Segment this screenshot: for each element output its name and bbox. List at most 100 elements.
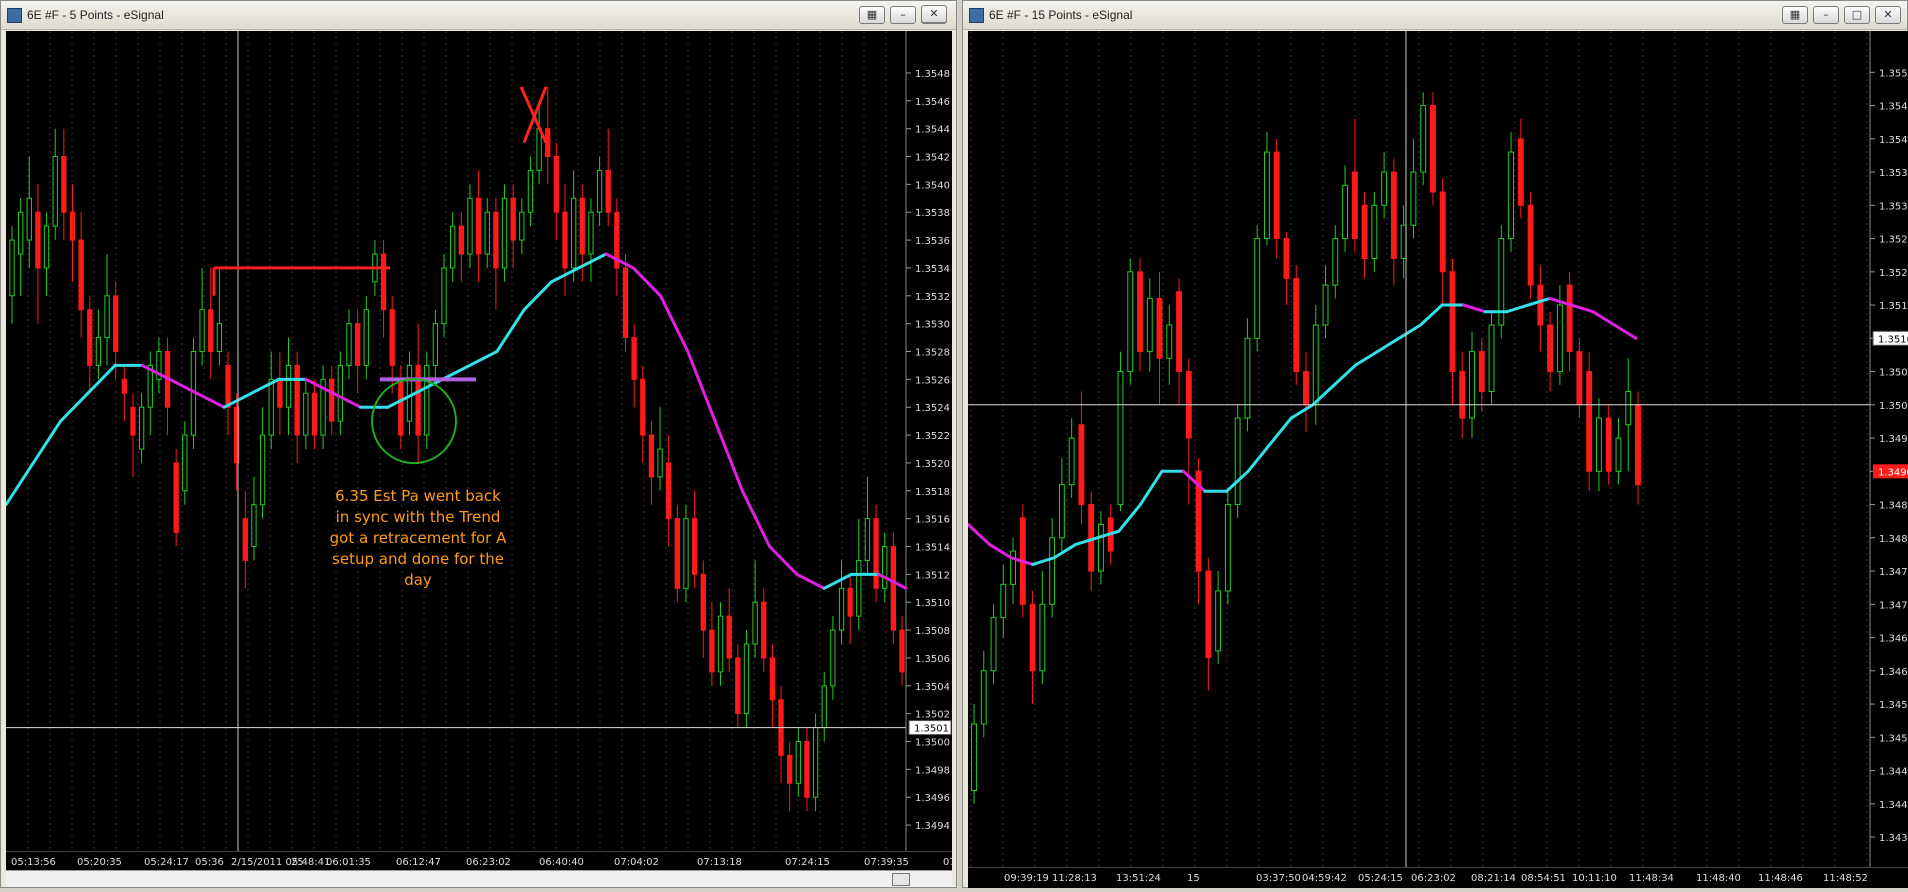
candle-bull [26, 156, 32, 268]
scroll-thumb[interactable] [892, 873, 910, 886]
candle-bull [182, 421, 188, 505]
y-tick-label: 1.3485 [1879, 501, 1908, 512]
candle-body [26, 197, 32, 241]
moving-average-segment [1052, 542, 1078, 560]
moving-average-segment [249, 377, 281, 395]
candle-body [657, 448, 663, 478]
candle-bear [35, 184, 41, 324]
candle-bear [666, 435, 672, 547]
candle-body [562, 211, 568, 269]
candle-bear [69, 184, 76, 282]
y-tick-label: 1.3470 [1879, 600, 1908, 611]
link-icon[interactable]: ▦ [859, 6, 885, 24]
y-tick-label: 1.3496 [915, 793, 950, 804]
candle-bull [717, 602, 724, 686]
candle-body [173, 462, 179, 534]
candle-body [501, 197, 508, 269]
candle-bear [354, 309, 361, 394]
candle-bear [1185, 358, 1192, 505]
candle-body [9, 239, 15, 297]
candle-body [1332, 238, 1339, 286]
close-button[interactable]: ✕ [1875, 6, 1901, 24]
title-bar[interactable]: 6E #F - 5 Points - eSignal ▦ – □ [1, 1, 956, 30]
candle-bear [277, 351, 283, 436]
candle-body [605, 169, 611, 213]
candle-body [1146, 297, 1153, 353]
candle-bear [1293, 265, 1300, 385]
candle-bull [147, 351, 153, 436]
y-tick-label: 1.3460 [1879, 667, 1908, 678]
link-icon[interactable]: ▦ [1782, 6, 1808, 24]
candle-body [1127, 271, 1134, 373]
x-tick-label: 10:11:10 [1572, 873, 1617, 884]
candle-body [1400, 224, 1407, 259]
candle-bull [1049, 517, 1056, 618]
moving-average-segment [686, 350, 717, 423]
title-bar[interactable]: 6E #F - 15 Points - eSignal ▦ – □ ✕ [963, 1, 1907, 30]
x-tick-label: 07:04:02 [614, 857, 659, 868]
candle-bull [406, 351, 413, 436]
candle-body [743, 643, 750, 715]
candle-bull [1400, 205, 1407, 279]
candle-bull [588, 198, 594, 282]
maximize-button[interactable]: □ [1844, 6, 1870, 24]
candle-body [398, 378, 404, 436]
candle-bear [87, 295, 93, 394]
candle-body [78, 239, 84, 311]
candle-bear [553, 142, 560, 241]
candle-body [406, 364, 413, 422]
candle-body [1517, 138, 1524, 206]
candle-bear [1351, 118, 1358, 252]
candle-body [346, 323, 352, 366]
minimize-button[interactable]: – [1813, 6, 1839, 24]
candle-bull [1381, 152, 1388, 219]
candle-bull [1312, 305, 1319, 425]
candle-body [1166, 324, 1173, 359]
candle-body [1078, 424, 1085, 506]
candle-bull [450, 212, 456, 282]
close-button[interactable]: ✕ [921, 5, 947, 23]
candle-bull [830, 616, 836, 700]
annotation-text: got a retracement for A [330, 529, 507, 547]
candle-bull [199, 267, 205, 366]
chart-window-5-points[interactable]: 6E #F - 5 Points - eSignal ▦ – □ 1.35481… [0, 0, 1231, 888]
candle-bear [1586, 351, 1593, 492]
candle-bull [1254, 225, 1261, 352]
minimize-button[interactable]: – [890, 6, 916, 24]
candle-body [121, 378, 127, 394]
chart-svg[interactable]: 1.3550 1.3545 1.3540 1.3535 1.3530 1.3525 1.35… [966, 31, 1908, 867]
candle-body [631, 337, 637, 380]
candle-body [1430, 105, 1436, 193]
candle-bear [380, 240, 387, 338]
candle-bull [1234, 404, 1241, 518]
candle-bull [1000, 564, 1007, 638]
candle-body [752, 601, 758, 645]
y-tick-label: 1.3510 [915, 598, 950, 609]
chart-window-15-points[interactable]: 6E #F - 15 Points - eSignal ▦ – □ ✕ 1.35… [962, 0, 1908, 888]
candle-bull [1332, 225, 1339, 299]
candle-bear [1156, 271, 1163, 405]
moving-average-segment [1612, 323, 1638, 340]
candle-body [1156, 297, 1163, 359]
candle-body [666, 462, 672, 520]
candle-body [1381, 171, 1388, 206]
candle-bear [458, 212, 464, 282]
price-chart-15pt[interactable]: 1.3550 1.3545 1.3540 1.3535 1.3530 1.3525 1.35… [966, 31, 1908, 867]
candle-body [329, 378, 335, 422]
candle-bull [1224, 491, 1231, 605]
horizontal-scrollbar[interactable] [6, 870, 952, 887]
candle-bull [596, 156, 603, 227]
price-chart-5pt[interactable]: 1.3548 1.3546 1.3544 1.3542 1.3540 1.3538 1.35… [4, 31, 952, 851]
candle-body [1537, 284, 1544, 326]
candle-body [717, 615, 724, 673]
moving-average-segment [713, 419, 744, 493]
y-tick-label: 1.3500 [915, 738, 950, 749]
candle-body [1361, 204, 1368, 260]
candle-body [259, 434, 266, 506]
candle-body [510, 197, 516, 241]
candle-body [268, 378, 274, 436]
x-tick-label: 11:48:52 [1823, 873, 1868, 884]
candle-bear [847, 574, 853, 644]
candle-body [1029, 603, 1036, 672]
chart-svg[interactable]: 1.3548 1.3546 1.3544 1.3542 1.3540 1.3538 1.35… [4, 31, 952, 851]
